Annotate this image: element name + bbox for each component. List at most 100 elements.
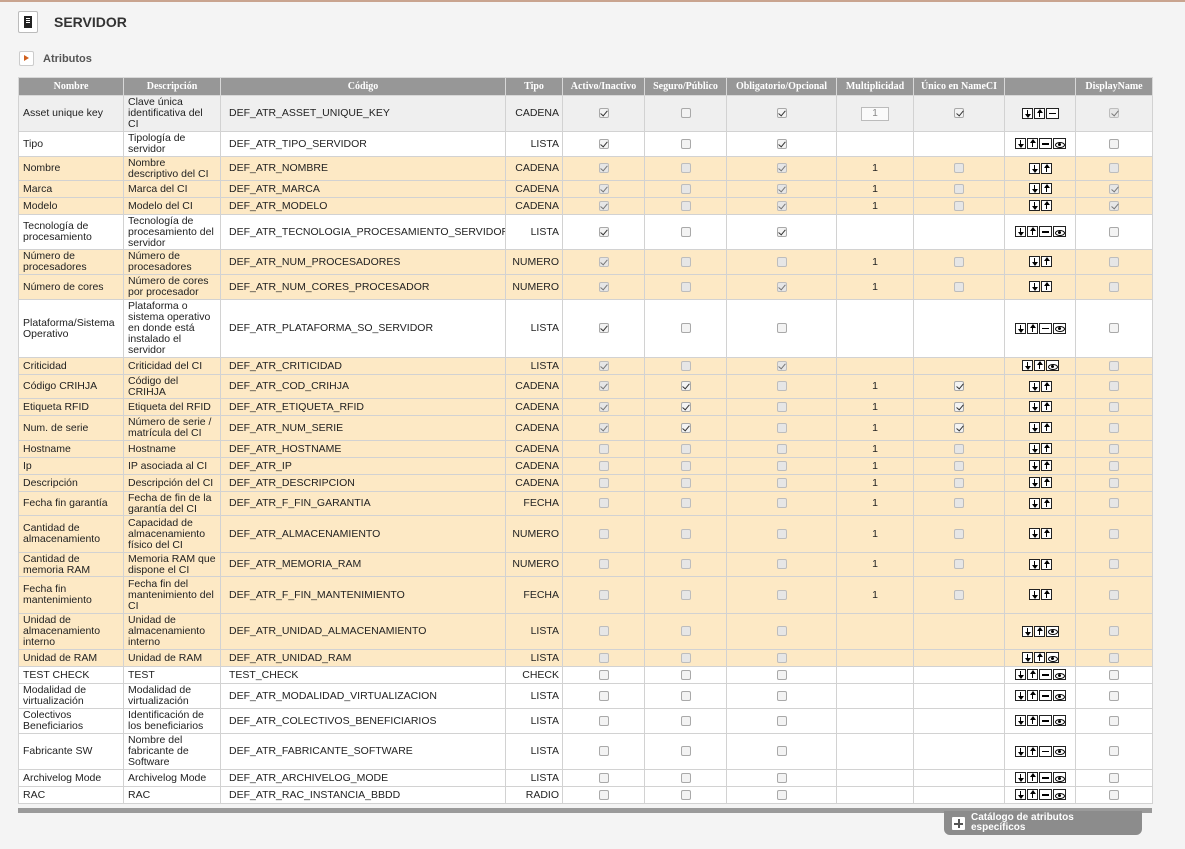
view-icon[interactable] (1045, 360, 1059, 372)
move-up-icon[interactable] (1040, 443, 1052, 455)
view-icon[interactable] (1052, 226, 1066, 238)
table-row[interactable]: Fabricante SW Nombre del fabricante de So… (18, 733, 1153, 770)
move-down-icon[interactable] (1014, 745, 1026, 757)
secure-checkbox[interactable] (680, 422, 691, 433)
move-down-icon[interactable] (1014, 138, 1026, 150)
move-down-icon[interactable] (1028, 401, 1040, 413)
move-up-icon[interactable] (1040, 589, 1052, 601)
displayname-checkbox[interactable] (1109, 138, 1119, 149)
remove-icon[interactable] (1038, 138, 1052, 150)
mandatory-checkbox[interactable] (776, 690, 787, 701)
move-down-icon[interactable] (1028, 528, 1040, 540)
active-checkbox[interactable] (598, 226, 609, 237)
col-header-seguro[interactable]: Seguro/Público (644, 77, 727, 96)
move-down-icon[interactable] (1028, 281, 1040, 293)
move-up-icon[interactable] (1026, 669, 1038, 681)
table-row[interactable]: Número de cores Número de cores por proce… (18, 274, 1153, 300)
table-row[interactable]: Unidad de RAM Unidad de RAM DEF_ATR_UNIDAD… (18, 649, 1153, 667)
secure-checkbox[interactable] (680, 669, 691, 680)
move-down-icon[interactable] (1028, 443, 1040, 455)
secure-checkbox[interactable] (680, 715, 691, 726)
move-up-icon[interactable] (1026, 745, 1038, 757)
view-icon[interactable] (1052, 745, 1066, 757)
secure-checkbox[interactable] (680, 690, 691, 701)
move-down-icon[interactable] (1014, 715, 1026, 727)
move-down-icon[interactable] (1028, 256, 1040, 268)
view-icon[interactable] (1052, 789, 1066, 801)
move-up-icon[interactable] (1040, 200, 1052, 212)
expand-arrow-icon[interactable] (19, 51, 34, 66)
remove-icon[interactable] (1038, 690, 1052, 702)
secure-checkbox[interactable] (680, 138, 691, 149)
table-row[interactable]: Cantidad de memoria RAM Memoria RAM que d… (18, 552, 1153, 577)
mandatory-checkbox[interactable] (776, 669, 787, 680)
table-row[interactable]: Nombre Nombre descriptivo del CI DEF_ATR_N… (18, 156, 1153, 181)
secure-checkbox[interactable] (680, 323, 691, 334)
remove-icon[interactable] (1045, 107, 1059, 119)
table-row[interactable]: Plataforma/Sistema Operativo Plataforma o… (18, 299, 1153, 358)
move-down-icon[interactable] (1028, 558, 1040, 570)
table-row[interactable]: Hostname Hostname DEF_ATR_HOSTNAME CADENA 1 (18, 440, 1153, 458)
displayname-checkbox[interactable] (1109, 772, 1119, 783)
secure-checkbox[interactable] (680, 381, 691, 392)
active-checkbox[interactable] (598, 323, 609, 334)
move-up-icon[interactable] (1040, 256, 1052, 268)
move-down-icon[interactable] (1028, 162, 1040, 174)
secure-checkbox[interactable] (680, 226, 691, 237)
active-checkbox[interactable] (598, 138, 609, 149)
mandatory-checkbox[interactable] (776, 226, 787, 237)
view-icon[interactable] (1045, 652, 1059, 664)
mandatory-checkbox[interactable] (776, 789, 787, 800)
catalog-attributes-button[interactable]: Catálogo de atributos específicos (944, 811, 1142, 835)
remove-icon[interactable] (1038, 789, 1052, 801)
table-row[interactable]: Modalidad de virtualización Modalidad de … (18, 683, 1153, 709)
mandatory-checkbox[interactable] (776, 138, 787, 149)
move-up-icon[interactable] (1040, 460, 1052, 472)
mandatory-checkbox[interactable] (776, 323, 787, 334)
table-row[interactable]: Fecha fin mantenimiento Fecha fin del man… (18, 576, 1153, 614)
multiplicity-input[interactable]: 1 (861, 106, 889, 121)
move-up-icon[interactable] (1033, 107, 1045, 119)
secure-checkbox[interactable] (680, 789, 691, 800)
move-up-icon[interactable] (1026, 322, 1038, 334)
move-down-icon[interactable] (1028, 497, 1040, 509)
move-up-icon[interactable] (1026, 715, 1038, 727)
remove-icon[interactable] (1038, 715, 1052, 727)
col-header-displayname[interactable]: DisplayName (1075, 77, 1153, 96)
table-row[interactable]: Descripción Descripción del CI DEF_ATR_DES… (18, 474, 1153, 492)
move-down-icon[interactable] (1014, 789, 1026, 801)
move-down-icon[interactable] (1021, 360, 1033, 372)
table-row[interactable]: Tipo Tipología de servidor DEF_ATR_TIPO_SE… (18, 131, 1153, 157)
active-checkbox[interactable] (598, 772, 609, 783)
move-down-icon[interactable] (1014, 772, 1026, 784)
mandatory-checkbox[interactable] (776, 746, 787, 757)
active-checkbox[interactable] (598, 715, 609, 726)
unique-nameci-checkbox[interactable] (954, 108, 964, 119)
table-row[interactable]: Archivelog Mode Archivelog Mode DEF_ATR_AR… (18, 769, 1153, 787)
move-up-icon[interactable] (1040, 401, 1052, 413)
col-header-multiplicidad[interactable]: Multiplicidad (836, 77, 914, 96)
col-header-tipo[interactable]: Tipo (505, 77, 563, 96)
table-row[interactable]: RAC RAC DEF_ATR_RAC_INSTANCIA_BBDD RADIO (18, 786, 1153, 804)
view-icon[interactable] (1052, 772, 1066, 784)
secure-checkbox[interactable] (680, 746, 691, 757)
remove-icon[interactable] (1038, 772, 1052, 784)
displayname-checkbox[interactable] (1109, 669, 1119, 680)
remove-icon[interactable] (1038, 322, 1052, 334)
move-down-icon[interactable] (1014, 669, 1026, 681)
move-down-icon[interactable] (1028, 200, 1040, 212)
move-up-icon[interactable] (1026, 690, 1038, 702)
unique-nameci-checkbox[interactable] (954, 422, 964, 433)
view-icon[interactable] (1052, 669, 1066, 681)
table-row[interactable]: Unidad de almacenamiento interno Unidad d… (18, 613, 1153, 650)
table-row[interactable]: Criticidad Criticidad del CI DEF_ATR_CRITI… (18, 357, 1153, 375)
active-checkbox[interactable] (598, 789, 609, 800)
secure-checkbox[interactable] (680, 772, 691, 783)
table-row[interactable]: Número de procesadores Número de procesad… (18, 249, 1153, 275)
table-row[interactable]: Tecnología de procesamiento Tecnología de… (18, 214, 1153, 250)
move-down-icon[interactable] (1028, 589, 1040, 601)
move-up-icon[interactable] (1026, 226, 1038, 238)
displayname-checkbox[interactable] (1109, 746, 1119, 757)
col-header-activo[interactable]: Activo/Inactivo (562, 77, 645, 96)
move-down-icon[interactable] (1028, 183, 1040, 195)
